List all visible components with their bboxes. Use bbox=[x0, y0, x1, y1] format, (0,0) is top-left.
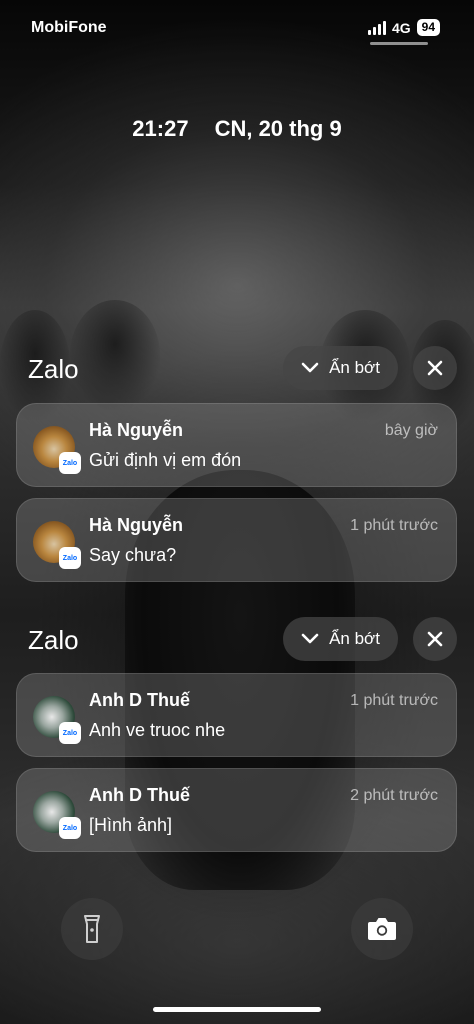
close-icon bbox=[427, 631, 443, 647]
notification-sender: Hà Nguyễn bbox=[89, 515, 184, 535]
clear-group-button[interactable] bbox=[413, 346, 457, 390]
clear-group-button[interactable] bbox=[413, 617, 457, 661]
notification-card[interactable]: Zalo Hà Nguyễn bây giờ Gửi định vị em đó… bbox=[16, 403, 457, 487]
notification-card[interactable]: Zalo Anh D Thuế 2 phút trước [Hình ảnh] bbox=[16, 768, 457, 852]
battery-level: 94 bbox=[416, 19, 440, 36]
zalo-app-icon: Zalo bbox=[59, 452, 81, 474]
group-app-title: Zalo bbox=[28, 354, 79, 384]
notification-message: Anh ve truoc nhe bbox=[89, 720, 226, 740]
camera-button[interactable] bbox=[351, 898, 413, 960]
home-indicator[interactable] bbox=[153, 1007, 321, 1012]
close-icon bbox=[427, 360, 443, 376]
flashlight-button[interactable] bbox=[61, 898, 123, 960]
flashlight-icon bbox=[84, 915, 100, 943]
group-app-title: Zalo bbox=[28, 625, 79, 655]
zalo-app-icon: Zalo bbox=[59, 722, 81, 744]
camera-icon bbox=[368, 918, 396, 940]
notification-sender: Anh D Thuế bbox=[89, 785, 190, 805]
notification-card[interactable]: Zalo Hà Nguyễn 1 phút trước Say chưa? bbox=[16, 498, 457, 582]
notification-message: Say chưa? bbox=[89, 545, 177, 565]
clock-date: CN, 20 thg 9 bbox=[214, 116, 342, 141]
notification-time: bây giờ bbox=[384, 422, 438, 439]
show-less-button[interactable]: Ẩn bớt bbox=[283, 346, 398, 390]
notification-time: 1 phút trước bbox=[350, 692, 438, 709]
lock-screen-clock: 21:27 CN, 20 thg 9 bbox=[0, 116, 474, 142]
network-type: 4G bbox=[391, 19, 411, 36]
notification-group-header: Zalo Ẩn bớt bbox=[28, 617, 458, 663]
status-bar: MobiFone 4G 94 bbox=[0, 0, 474, 56]
signal-icon bbox=[367, 20, 386, 35]
zalo-app-icon: Zalo bbox=[59, 817, 81, 839]
show-less-button[interactable]: Ẩn bớt bbox=[283, 617, 398, 661]
status-indicators: 4G 94 bbox=[367, 19, 440, 36]
chevron-down-icon bbox=[301, 362, 319, 374]
notification-time: 2 phút trước bbox=[350, 787, 438, 804]
notification-message: [Hình ảnh] bbox=[89, 815, 173, 835]
carrier-name: MobiFone bbox=[31, 19, 107, 36]
show-less-label: Ẩn bớt bbox=[329, 358, 380, 377]
notification-card[interactable]: Zalo Anh D Thuế 1 phút trước Anh ve truo… bbox=[16, 673, 457, 757]
clock-time: 21:27 bbox=[132, 116, 189, 141]
notification-message: Gửi định vị em đón bbox=[89, 450, 242, 470]
show-less-label: Ẩn bớt bbox=[329, 629, 380, 648]
notification-time: 1 phút trước bbox=[350, 517, 438, 534]
zalo-app-icon: Zalo bbox=[59, 547, 81, 569]
notification-sender: Hà Nguyễn bbox=[89, 420, 184, 440]
notification-sender: Anh D Thuế bbox=[89, 690, 190, 710]
control-center-indicator[interactable] bbox=[370, 42, 428, 45]
chevron-down-icon bbox=[301, 633, 319, 645]
notification-group-header: Zalo Ẩn bớt bbox=[28, 346, 458, 392]
